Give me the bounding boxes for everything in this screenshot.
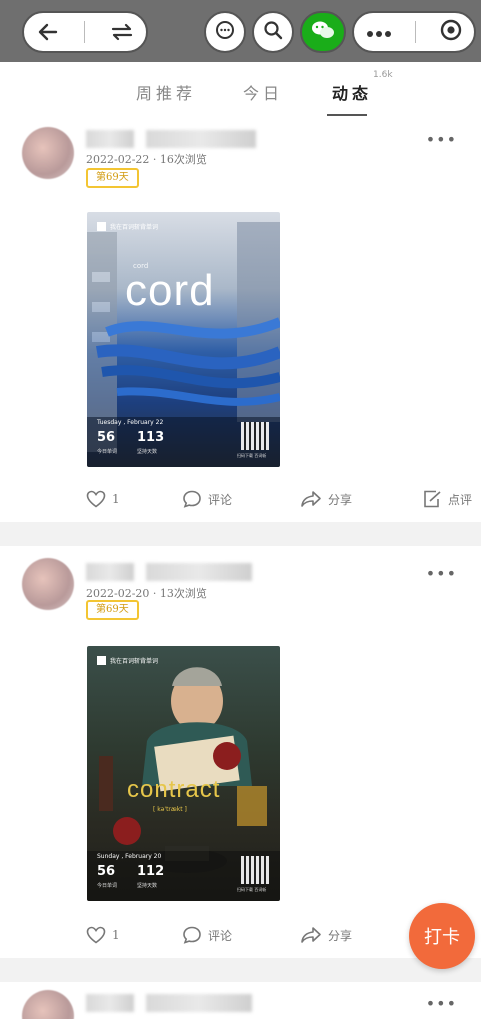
- like-button[interactable]: 1: [86, 490, 120, 508]
- like-button[interactable]: 1: [86, 926, 120, 944]
- capsule-menu: [352, 11, 476, 53]
- qr-caption: 扫码下载 百词斩: [237, 453, 267, 458]
- card-brand-text: 我在百词斩背单词: [110, 224, 159, 231]
- heart-icon: [86, 926, 106, 944]
- post-meta: 2022-02-22 · 16次浏览: [86, 153, 207, 166]
- card-date: Tuesday , February 22: [97, 419, 164, 426]
- close-circle-icon[interactable]: [439, 18, 463, 46]
- username-blurred: [86, 994, 134, 1012]
- like-count: 1: [112, 928, 120, 942]
- comment-button[interactable]: 评论: [182, 926, 232, 944]
- mini-program-topbar: [0, 0, 481, 62]
- wechat-icon: [310, 19, 336, 45]
- card-stat-left: 56: [97, 864, 116, 879]
- share-label: 分享: [328, 492, 353, 507]
- tab-bar: 周推荐 今日 动态 1.6k: [0, 62, 481, 120]
- card-stat-right-label: 坚持天数: [137, 883, 158, 889]
- card-stat-left-label: 今日单词: [97, 449, 118, 455]
- card-brand: 我在百词斩背单词: [97, 222, 158, 231]
- tab-today[interactable]: 今日: [243, 80, 283, 104]
- avatar[interactable]: [22, 558, 74, 610]
- comment-bubble-icon: [183, 926, 201, 944]
- card-brand-text: 我在百词斩背单词: [110, 658, 159, 665]
- search-icon: [262, 19, 284, 45]
- card-stat-right: 112: [137, 864, 165, 879]
- card-stat-left: 56: [97, 430, 116, 445]
- note-label: 点评: [448, 492, 473, 507]
- share-arrow-icon: [301, 491, 321, 507]
- card-word: cord: [125, 266, 215, 315]
- feed-post: ••• 2022-02-20 · 13次浏览 第69天 我在百词斩背单词 con…: [0, 546, 481, 976]
- username-blurred: [146, 994, 252, 1012]
- share-arrow-icon: [301, 927, 321, 943]
- note-button[interactable]: 点评: [422, 490, 472, 508]
- active-tab-underline: [327, 114, 367, 116]
- nav-pill: [22, 11, 148, 53]
- feed-post: ••• 2022-02-22 · 16次浏览 第69天 我在百词斩背单词 cor…: [0, 120, 481, 520]
- feed-post: •••: [0, 982, 481, 1019]
- username-blurred: [86, 130, 134, 148]
- day-tag: 第69天: [86, 168, 139, 188]
- more-dots-icon[interactable]: [366, 23, 392, 42]
- comment-button[interactable]: 评论: [182, 490, 232, 508]
- qr-code: [241, 856, 269, 884]
- post-more-icon[interactable]: •••: [426, 564, 457, 583]
- post-meta: 2022-02-20 · 13次浏览: [86, 587, 207, 600]
- day-tag: 第69天: [86, 600, 139, 620]
- share-label: 分享: [328, 928, 353, 943]
- edit-note-icon: [424, 490, 441, 508]
- comment-label: 评论: [208, 492, 233, 507]
- comment-bubble-icon: [183, 490, 201, 508]
- check-in-button[interactable]: 打卡: [409, 903, 475, 969]
- share-button[interactable]: 分享: [300, 490, 352, 508]
- feed-separator: [0, 522, 481, 546]
- card-word: contract: [127, 776, 221, 803]
- avatar[interactable]: [22, 127, 74, 179]
- brand-logo-icon: [97, 656, 106, 665]
- like-count: 1: [112, 492, 120, 506]
- brand-logo-icon: [97, 222, 106, 231]
- word-card-image[interactable]: 我在百词斩背单词 contract [ kə'trækt ] Sunday , …: [87, 646, 280, 901]
- qr-caption: 扫码下载 百词斩: [237, 887, 267, 892]
- card-stat-right-label: 坚持天数: [137, 449, 158, 455]
- search-button[interactable]: [252, 11, 294, 53]
- tab-activity[interactable]: 动态: [332, 80, 372, 104]
- qr-code: [241, 422, 269, 450]
- username-blurred: [86, 563, 134, 581]
- tab-weekly-recommend[interactable]: 周推荐: [136, 80, 196, 104]
- card-brand: 我在百词斩背单词: [97, 656, 158, 665]
- avatar[interactable]: [22, 990, 74, 1019]
- username-blurred: [146, 130, 256, 148]
- switch-arrows-icon[interactable]: [110, 13, 134, 51]
- back-arrow-icon[interactable]: [36, 13, 60, 51]
- card-stat-left-label: 今日单词: [97, 883, 118, 889]
- post-more-icon[interactable]: •••: [426, 994, 457, 1013]
- heart-icon: [86, 490, 106, 508]
- card-stat-right: 113: [137, 430, 165, 445]
- word-card-image[interactable]: 我在百词斩背单词 cord cord Tuesday , February 22…: [87, 212, 280, 467]
- card-date: Sunday , February 20: [97, 853, 162, 860]
- card-phonetic: [ kə'trækt ]: [153, 806, 187, 813]
- share-button[interactable]: 分享: [300, 926, 352, 944]
- chat-button[interactable]: [204, 11, 246, 53]
- feed-separator: [0, 958, 481, 982]
- username-blurred: [146, 563, 252, 581]
- chat-bubble-icon: [214, 19, 236, 45]
- post-more-icon[interactable]: •••: [426, 130, 457, 149]
- comment-label: 评论: [208, 928, 233, 943]
- wechat-button[interactable]: [300, 11, 346, 53]
- activity-count-badge: 1.6k: [373, 70, 393, 80]
